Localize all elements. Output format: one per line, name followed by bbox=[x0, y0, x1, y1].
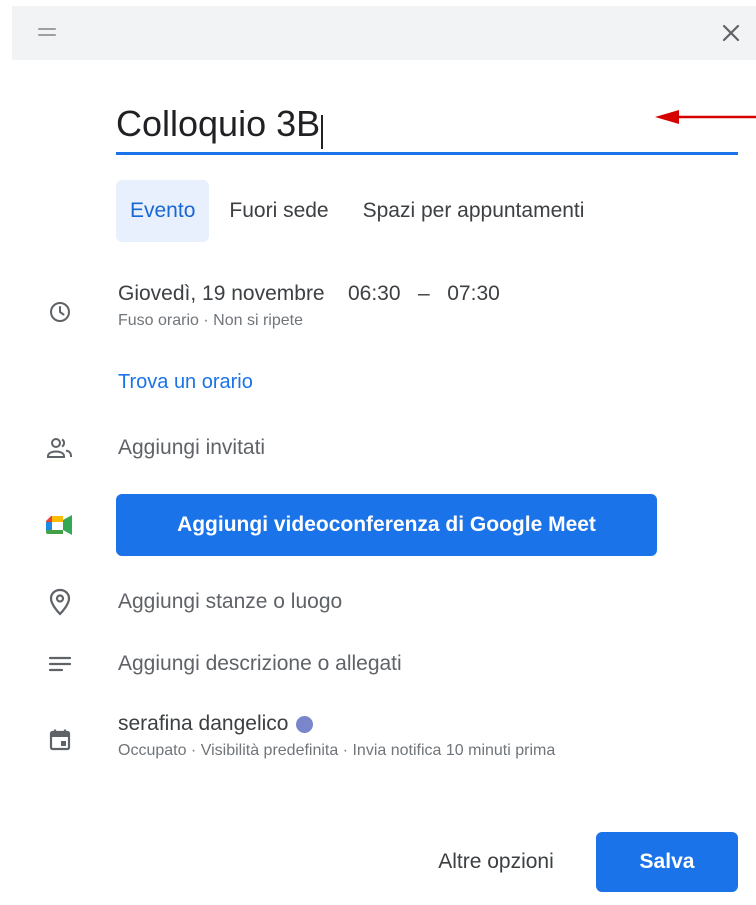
start-time[interactable]: 06:30 bbox=[348, 282, 401, 305]
time-separator: – bbox=[418, 282, 430, 305]
add-google-meet-button[interactable]: Aggiungi videoconferenza di Google Meet bbox=[116, 494, 657, 556]
event-title-input[interactable]: Colloquio 3B bbox=[116, 96, 738, 155]
add-location-input[interactable]: Aggiungi stanze o luogo bbox=[118, 590, 342, 614]
close-icon[interactable] bbox=[716, 18, 746, 48]
add-guests-input[interactable]: Aggiungi invitati bbox=[118, 436, 265, 460]
find-time-link[interactable]: Trova un orario bbox=[118, 371, 253, 394]
calendar-owner-line[interactable]: serafina dangelico bbox=[118, 712, 555, 736]
timezone-link[interactable]: Fuso orario bbox=[118, 312, 199, 329]
more-options-button[interactable]: Altre opzioni bbox=[410, 832, 582, 892]
drag-handle-icon[interactable] bbox=[38, 28, 56, 36]
dialog-header bbox=[12, 6, 756, 60]
text-caret bbox=[321, 114, 324, 149]
people-icon bbox=[40, 428, 80, 468]
calendar-details[interactable]: Occupato · Visibilità predefinita · Invi… bbox=[118, 742, 555, 760]
calendar-color-dot[interactable] bbox=[296, 715, 314, 733]
clock-icon bbox=[40, 292, 80, 332]
notes-icon bbox=[40, 644, 80, 684]
tab-fuori-sede[interactable]: Fuori sede bbox=[215, 180, 342, 242]
date-time-line[interactable]: Giovedì, 19 novembre 06:30 – 07:30 bbox=[118, 282, 500, 306]
location-pin-icon bbox=[40, 582, 80, 622]
calendar-icon bbox=[40, 720, 80, 760]
event-title-text: Colloquio 3B bbox=[116, 103, 321, 144]
end-time[interactable]: 07:30 bbox=[447, 282, 500, 305]
time-options: Fuso orario · Non si ripete bbox=[118, 312, 500, 330]
calendar-owner[interactable]: serafina dangelico bbox=[118, 712, 288, 735]
event-type-tabs: Evento Fuori sede Spazi per appuntamenti bbox=[116, 180, 604, 242]
tab-evento[interactable]: Evento bbox=[116, 180, 210, 242]
google-meet-icon bbox=[40, 505, 80, 545]
save-button[interactable]: Salva bbox=[596, 832, 738, 892]
add-description-input[interactable]: Aggiungi descrizione o allegati bbox=[118, 652, 402, 676]
event-date[interactable]: Giovedì, 19 novembre bbox=[118, 282, 325, 305]
red-arrow-annotation bbox=[655, 110, 756, 124]
tab-spazi-appuntamenti[interactable]: Spazi per appuntamenti bbox=[349, 180, 599, 242]
dot-separator: · bbox=[203, 312, 209, 329]
repeat-option[interactable]: Non si ripete bbox=[213, 312, 303, 329]
